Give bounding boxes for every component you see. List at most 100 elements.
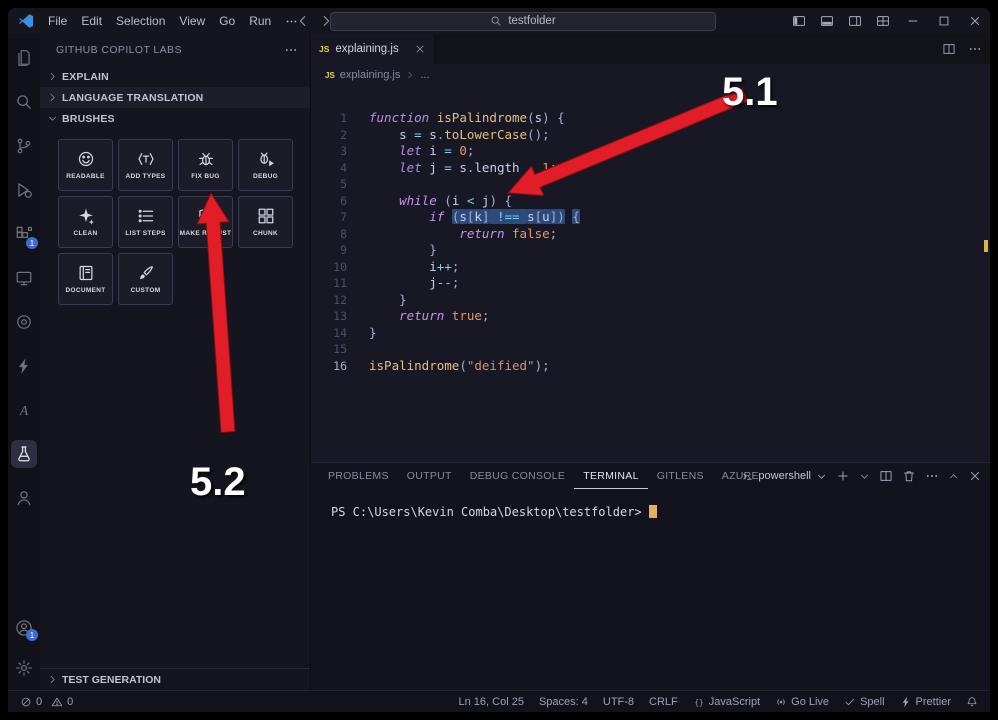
chevron-down-icon xyxy=(47,113,58,124)
git-icon xyxy=(15,137,33,155)
section-test-generation[interactable]: TEST GENERATION xyxy=(40,668,310,690)
status-ln-16-col-25[interactable]: Ln 16, Col 25 xyxy=(459,696,524,708)
search-value: testfolder xyxy=(508,15,556,27)
status-spaces-4[interactable]: Spaces: 4 xyxy=(539,696,588,708)
activity-azure[interactable]: A xyxy=(8,388,40,432)
activity-settings[interactable] xyxy=(8,648,40,688)
code-line: 11 j--; xyxy=(311,275,990,292)
line-number: 4 xyxy=(340,160,347,175)
bolt-icon xyxy=(900,696,912,708)
shell-selector[interactable]: powershell xyxy=(742,470,827,482)
toggle-secondary-sidebar-icon[interactable] xyxy=(841,8,869,34)
customize-layout-icon[interactable] xyxy=(869,8,897,34)
code-text: let j = s.length - 1; xyxy=(399,159,558,175)
terminal-cursor xyxy=(648,505,657,518)
panel-tab-problems[interactable]: PROBLEMS xyxy=(319,463,398,489)
brush-readable[interactable]: READABLE xyxy=(58,139,113,191)
brush-grid: READABLE ADD TYPES FIX BUG DEBUG CLEAN LIST S… xyxy=(40,129,310,305)
back-arrow-icon[interactable] xyxy=(296,14,310,28)
more-actions-icon[interactable] xyxy=(284,43,298,57)
menu-view[interactable]: View xyxy=(172,9,212,33)
brush-label: CLEAN xyxy=(73,229,98,237)
chevron-right-icon xyxy=(47,71,58,82)
section-brushes[interactable]: BRUSHES xyxy=(40,108,310,129)
minimize-button[interactable] xyxy=(897,8,928,34)
panel-tab-gitlens[interactable]: GITLENS xyxy=(648,463,713,489)
activity-source-control[interactable] xyxy=(8,124,40,168)
status-spell[interactable]: Spell xyxy=(844,696,885,708)
terminal-output[interactable]: PS C:\Users\Kevin Comba\Desktop\testfold… xyxy=(311,489,990,519)
panel-tab-debug-console[interactable]: DEBUG CONSOLE xyxy=(461,463,575,489)
close-window-button[interactable] xyxy=(959,8,990,34)
breadcrumb[interactable]: JS explaining.js ... xyxy=(311,64,990,86)
activity-extensions[interactable]: 1 xyxy=(8,212,40,256)
brush-chunk[interactable]: CHUNK xyxy=(238,196,293,248)
debug-icon xyxy=(15,181,33,199)
launch-profile-chevron-icon[interactable] xyxy=(859,471,870,482)
command-center-search[interactable]: testfolder xyxy=(330,11,716,31)
code-text: s = s.toLowerCase(); xyxy=(399,126,550,142)
status-javascript[interactable]: {} JavaScript xyxy=(693,696,760,708)
activity-run-and-debug[interactable] xyxy=(8,168,40,212)
brush-label: LIST STEPS xyxy=(125,229,166,237)
menu-edit[interactable]: Edit xyxy=(74,9,109,33)
status-crlf[interactable]: CRLF xyxy=(649,696,678,708)
activity-remote-explorer[interactable] xyxy=(8,256,40,300)
activity-copilot-labs[interactable] xyxy=(8,432,40,476)
code-lines[interactable]: 1 function isPalindrome(s) {2 s = s.toLow… xyxy=(311,86,990,374)
paint-icon xyxy=(137,264,155,282)
code-text: let i = 0; xyxy=(399,143,475,158)
code-line: 13 return true; xyxy=(311,308,990,325)
split-terminal-icon[interactable] xyxy=(879,469,893,483)
split-editor-icon[interactable] xyxy=(942,42,956,56)
kill-terminal-trash-icon[interactable] xyxy=(902,469,916,483)
close-tab-icon[interactable] xyxy=(414,43,426,55)
menu-file[interactable]: File xyxy=(41,9,74,33)
brush-fix-bug[interactable]: FIX BUG xyxy=(178,139,233,191)
breadcrumb-file[interactable]: explaining.js xyxy=(340,69,401,81)
brush-document[interactable]: DOCUMENT xyxy=(58,253,113,305)
panel-tab-output[interactable]: OUTPUT xyxy=(398,463,461,489)
check-icon xyxy=(844,696,856,708)
status-prettier[interactable]: Prettier xyxy=(900,696,951,708)
new-terminal-icon[interactable] xyxy=(836,469,850,483)
activity-people[interactable] xyxy=(8,476,40,520)
title-bar: File Edit Selection View Go Run testfolder xyxy=(8,8,990,34)
maximize-panel-chevron-icon[interactable] xyxy=(948,471,959,482)
maximize-button[interactable] xyxy=(928,8,959,34)
panel-tab-terminal[interactable]: TERMINAL xyxy=(574,463,648,489)
activity-live-server[interactable] xyxy=(8,300,40,344)
close-panel-icon[interactable] xyxy=(968,469,982,483)
menu-go[interactable]: Go xyxy=(212,9,242,33)
brush-custom[interactable]: CUSTOM xyxy=(118,253,173,305)
menu-selection[interactable]: Selection xyxy=(109,9,172,33)
warning-count: 0 xyxy=(67,695,74,708)
more-actions-icon[interactable] xyxy=(925,469,939,483)
activity-search[interactable] xyxy=(8,80,40,124)
files-icon xyxy=(15,49,33,67)
activity-explorer[interactable] xyxy=(8,36,40,80)
line-number: 10 xyxy=(333,259,347,274)
menu-run[interactable]: Run xyxy=(242,9,278,33)
status-utf-8[interactable]: UTF-8 xyxy=(603,696,634,708)
status-go-live[interactable]: Go Live xyxy=(775,696,829,708)
activity-accounts[interactable]: 1 xyxy=(8,608,40,648)
more-actions-icon[interactable] xyxy=(968,42,982,56)
brush-make-robust[interactable]: MAKE ROBUST xyxy=(178,196,233,248)
section-language-translation[interactable]: LANGUAGE TRANSLATION xyxy=(40,87,310,108)
brush-list-steps[interactable]: LIST STEPS xyxy=(118,196,173,248)
breadcrumb-symbol[interactable]: ... xyxy=(420,69,429,81)
toggle-panel-icon[interactable] xyxy=(813,8,841,34)
chevron-down-icon xyxy=(816,471,827,482)
badge: 1 xyxy=(26,237,38,249)
problems-status[interactable]: 0 0 xyxy=(20,696,73,708)
brush-add-types[interactable]: ADD TYPES xyxy=(118,139,173,191)
circle-icon xyxy=(15,313,33,331)
activity-thunder-client[interactable] xyxy=(8,344,40,388)
status-bell[interactable] xyxy=(966,696,978,708)
toggle-sidebar-icon[interactable] xyxy=(785,8,813,34)
brush-clean[interactable]: CLEAN xyxy=(58,196,113,248)
section-explain[interactable]: EXPLAIN xyxy=(40,66,310,87)
tab-explaining-js[interactable]: JS explaining.js xyxy=(311,34,435,64)
brush-debug[interactable]: DEBUG xyxy=(238,139,293,191)
